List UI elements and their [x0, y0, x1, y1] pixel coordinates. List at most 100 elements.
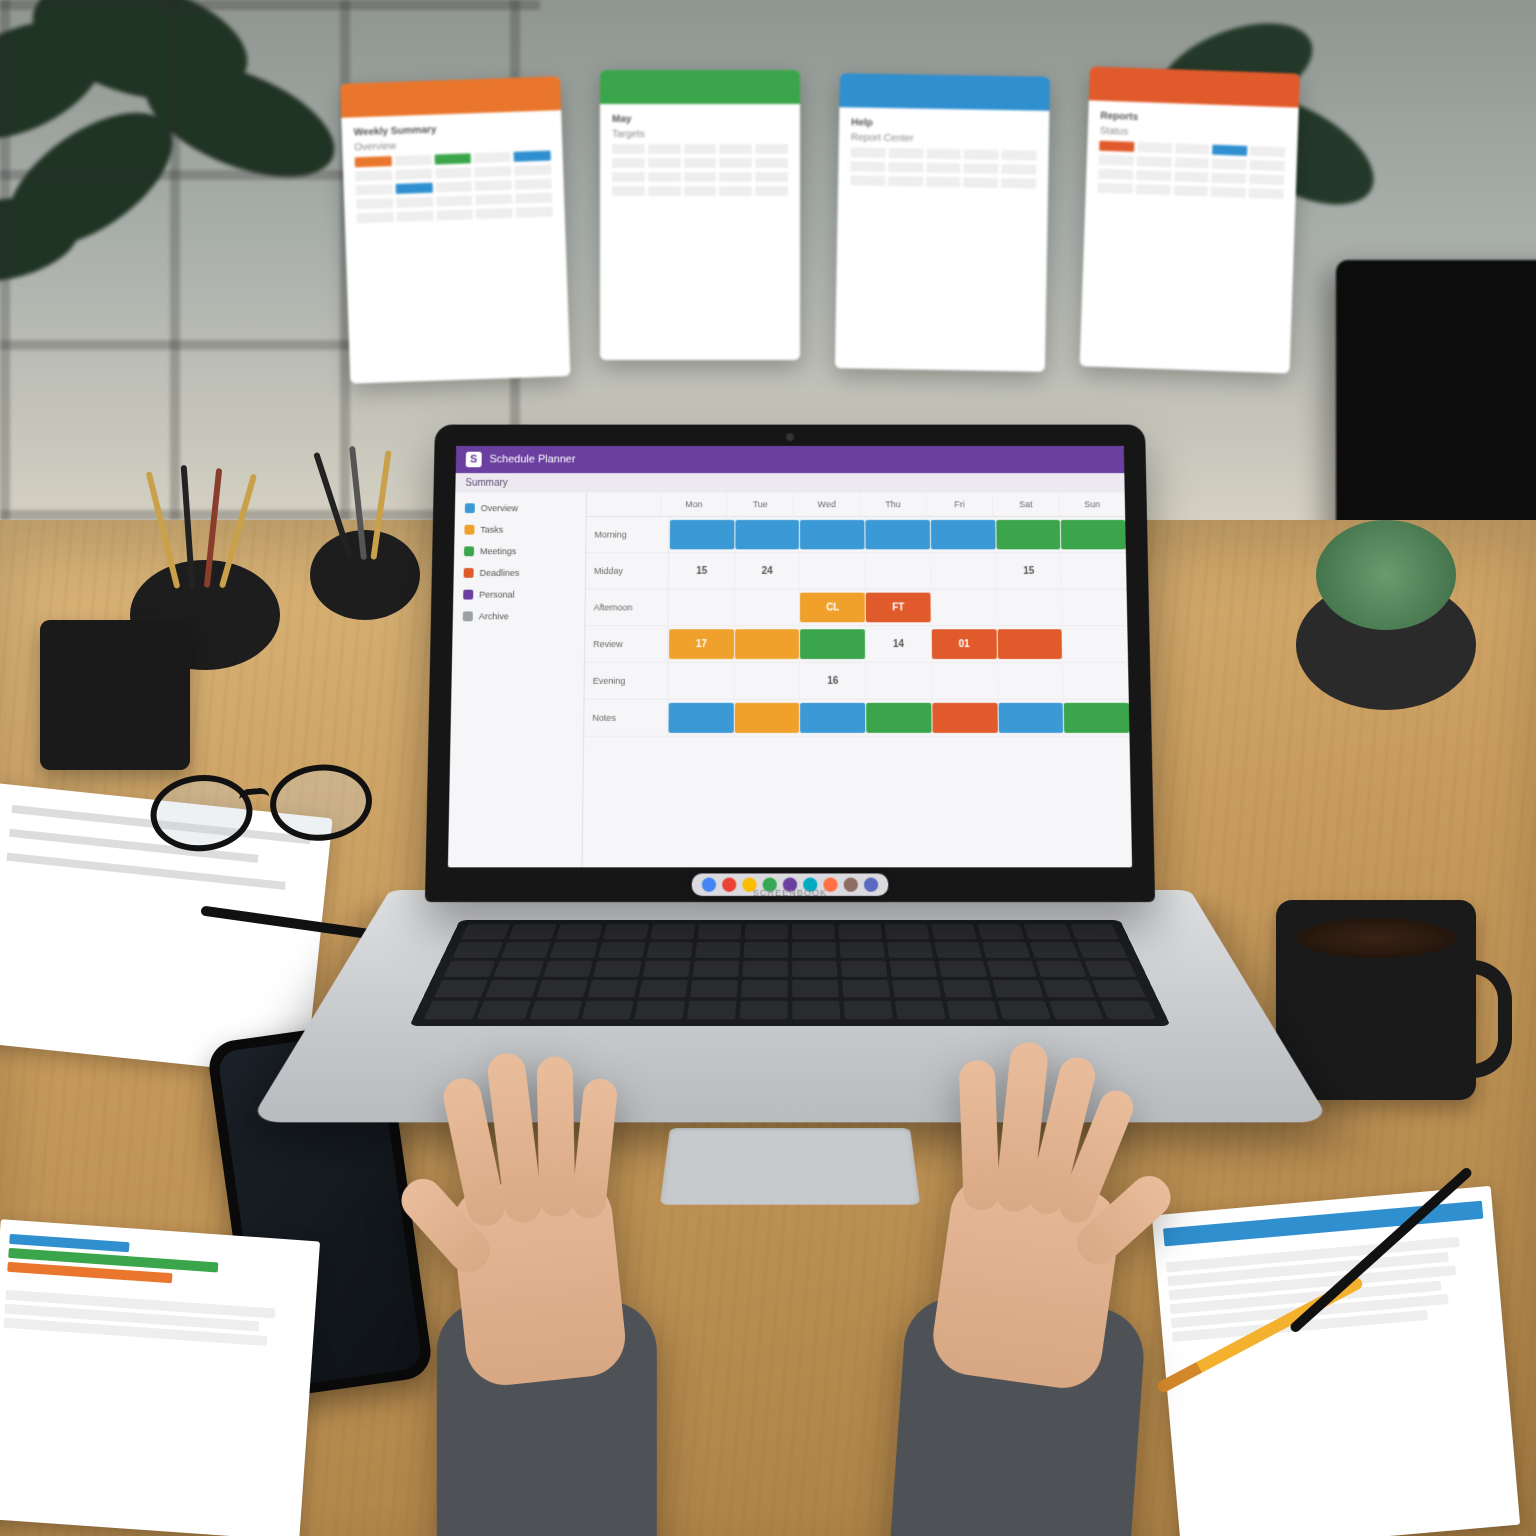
grid-cell-5-4[interactable] [931, 700, 997, 736]
sidebar-item-3[interactable]: Deadlines [460, 565, 580, 581]
sidebar-item-1[interactable]: Tasks [460, 522, 579, 538]
column-header-3[interactable]: Thu [859, 493, 926, 516]
grid-cell-0-3[interactable] [865, 517, 930, 552]
sidebar-swatch-icon [464, 546, 474, 556]
column-header-5[interactable]: Sat [992, 493, 1059, 516]
schedule-block[interactable] [668, 703, 733, 733]
grid-cell-0-6[interactable] [1060, 517, 1126, 552]
sidebar-item-label: Deadlines [479, 568, 519, 578]
grid-cell-1-1[interactable]: 24 [734, 553, 799, 588]
schedule-block[interactable] [800, 629, 865, 659]
grid-cell-4-0[interactable] [668, 663, 734, 699]
schedule-block[interactable] [800, 703, 865, 733]
grid-cell-1-4[interactable] [930, 553, 996, 588]
row-label: Midday [586, 553, 669, 588]
mug-left [40, 620, 190, 770]
grid-cell-0-1[interactable] [734, 517, 799, 552]
grid-cell-5-5[interactable] [997, 700, 1063, 736]
grid-cell-3-1[interactable] [734, 626, 800, 662]
schedule-block[interactable] [866, 703, 931, 733]
grid-cell-5-1[interactable] [733, 700, 799, 736]
bg-card-2: May Targets [600, 70, 800, 360]
sidebar-item-4[interactable]: Personal [459, 587, 579, 603]
bg-card-3: Help Report Center [835, 73, 1050, 372]
laptop-brand: SCREENBOOK [753, 888, 828, 898]
grid-cell-4-6[interactable] [1062, 663, 1128, 699]
grid-cell-0-2[interactable] [799, 517, 864, 552]
column-header-1[interactable]: Tue [727, 493, 793, 516]
grid-cell-5-3[interactable] [865, 700, 931, 736]
column-header-6[interactable]: Sun [1058, 493, 1125, 516]
sidebar-item-0[interactable]: Overview [461, 500, 580, 516]
schedule-block[interactable]: 01 [932, 629, 997, 659]
schedule-block[interactable] [998, 703, 1063, 733]
grid-cell-2-6[interactable] [1061, 590, 1127, 626]
grid-row-2: AfternoonCLFT [585, 590, 1127, 627]
grid-cell-5-6[interactable] [1063, 700, 1130, 736]
keyboard [409, 920, 1170, 1026]
grid-cell-4-5[interactable] [997, 663, 1063, 699]
schedule-block[interactable] [735, 520, 799, 549]
grid-cell-1-0[interactable]: 15 [669, 553, 735, 588]
schedule-block[interactable]: 17 [669, 629, 734, 659]
grid-cell-5-0[interactable] [667, 700, 733, 736]
grid-cell-2-4[interactable] [930, 590, 996, 626]
schedule-block[interactable] [1064, 703, 1129, 733]
schedule-block[interactable] [734, 703, 799, 733]
grid-cell-2-1[interactable] [734, 590, 800, 626]
sidebar-item-5[interactable]: Archive [459, 608, 579, 624]
schedule-block[interactable] [996, 520, 1061, 549]
schedule-block[interactable] [735, 629, 800, 659]
grid-cell-4-3[interactable] [865, 663, 931, 699]
grid-cell-3-2[interactable] [799, 626, 865, 662]
bg-card-4-sub: Status [1100, 126, 1286, 143]
grid-cell-0-0[interactable] [669, 517, 734, 552]
grid-cell-5-2[interactable] [799, 700, 865, 736]
schedule-block[interactable] [866, 520, 930, 549]
grid-cell-3-5[interactable] [996, 626, 1062, 662]
row-label: Evening [585, 663, 668, 699]
dock-app-icon-0[interactable] [702, 878, 716, 892]
dock-app-icon-7[interactable] [844, 878, 858, 892]
column-header-4[interactable]: Fri [926, 493, 993, 516]
grid-cell-0-5[interactable] [995, 517, 1061, 552]
grid-cell-0-4[interactable] [930, 517, 996, 552]
grid-cell-4-4[interactable] [931, 663, 997, 699]
grid-cell-1-3[interactable] [865, 553, 931, 588]
schedule-block[interactable] [800, 520, 864, 549]
grid-cell-1-2[interactable] [799, 553, 864, 588]
grid-cell-2-2[interactable]: CL [799, 590, 865, 626]
schedule-block[interactable] [932, 703, 997, 733]
schedule-block[interactable]: FT [866, 593, 931, 623]
dock-app-icon-8[interactable] [864, 878, 878, 892]
schedule-block[interactable]: CL [800, 593, 865, 623]
grid-cell-2-3[interactable]: FT [865, 590, 931, 626]
bg-card-1: Weekly Summary Overview [340, 76, 570, 383]
grid-cell-1-6[interactable] [1061, 553, 1127, 588]
grid-cell-4-2[interactable]: 16 [799, 663, 865, 699]
grid-cell-1-5[interactable]: 15 [995, 553, 1061, 588]
schedule-block[interactable] [1061, 520, 1126, 549]
column-header-0[interactable]: Mon [660, 493, 727, 516]
bg-card-4: Reports Status [1080, 66, 1300, 373]
schedule-block[interactable] [931, 520, 996, 549]
grid-cell-3-4[interactable]: 01 [931, 626, 997, 662]
schedule-grid: MonTueWedThuFriSatSun MorningMidday15241… [583, 493, 1133, 868]
schedule-block[interactable] [997, 629, 1062, 659]
grid-cell-3-0[interactable]: 17 [668, 626, 734, 662]
grid-cell-4-1[interactable] [734, 663, 800, 699]
sidebar-item-2[interactable]: Meetings [460, 543, 579, 559]
grid-rows: MorningMidday152415AfternoonCLFTReview17… [583, 517, 1133, 867]
right-hand [796, 1007, 1225, 1536]
grid-cell-3-3[interactable]: 14 [865, 626, 931, 662]
dock-app-icon-1[interactable] [722, 878, 736, 892]
schedule-block[interactable] [670, 520, 734, 549]
grid-row-3: Review17 1401 [585, 626, 1128, 663]
column-header-2[interactable]: Wed [793, 493, 859, 516]
grid-cell-3-6[interactable] [1062, 626, 1128, 662]
grid-cell-2-5[interactable] [996, 590, 1062, 626]
row-label: Review [585, 626, 668, 662]
grid-cell-2-0[interactable] [668, 590, 734, 626]
sidebar-item-label: Overview [481, 503, 518, 513]
print-left [0, 1219, 320, 1536]
